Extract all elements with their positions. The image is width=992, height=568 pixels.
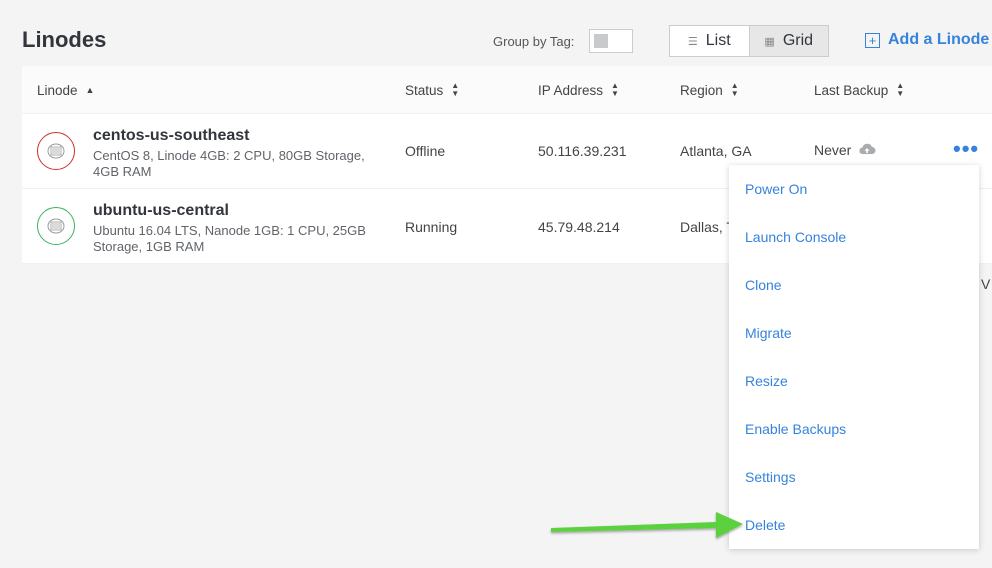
grid-view-label: Grid bbox=[782, 32, 814, 49]
server-running-icon bbox=[37, 207, 75, 245]
column-region-label: Region bbox=[680, 82, 723, 98]
sort-icon: ▲ ▼ bbox=[730, 81, 739, 98]
column-linode-label: Linode bbox=[37, 82, 78, 98]
list-view-button[interactable]: ☰ List bbox=[670, 26, 750, 56]
server-offline-icon bbox=[37, 132, 75, 170]
list-view-label: List bbox=[705, 32, 731, 49]
menu-item-enable-backups[interactable]: Enable Backups bbox=[729, 405, 979, 453]
cloud-upload-icon[interactable] bbox=[858, 142, 876, 158]
last-backup: Never bbox=[814, 142, 876, 158]
menu-item-clone[interactable]: Clone bbox=[729, 261, 979, 309]
actions-menu: Power On Launch Console Clone Migrate Re… bbox=[729, 165, 979, 549]
sort-icon: ▲ ▼ bbox=[611, 81, 619, 98]
list-icon: ☰ bbox=[687, 35, 698, 48]
truncated-text: V bbox=[981, 276, 991, 292]
column-region[interactable]: Region ▲ ▼ bbox=[680, 66, 739, 114]
status-text: Offline bbox=[405, 143, 446, 159]
annotation-arrow-icon bbox=[551, 512, 743, 538]
view-switch: ☰ List ▦ Grid bbox=[669, 25, 829, 57]
menu-item-resize[interactable]: Resize bbox=[729, 357, 979, 405]
sort-icon: ▲ ▼ bbox=[896, 81, 905, 98]
column-backup-label: Last Backup bbox=[814, 82, 889, 98]
add-linode-label: Add a Linode bbox=[888, 31, 990, 48]
linode-name-link[interactable]: ubuntu-us-central bbox=[93, 202, 229, 220]
column-status[interactable]: Status ▲ ▼ bbox=[405, 66, 459, 114]
sort-icon: ▲ ▼ bbox=[451, 81, 460, 98]
column-linode[interactable]: Linode ▲ bbox=[37, 66, 94, 114]
menu-item-settings[interactable]: Settings bbox=[729, 453, 979, 501]
sort-ascending-icon: ▲ bbox=[85, 85, 95, 95]
ip-address: 45.79.48.214 bbox=[538, 219, 620, 235]
region: Dallas, T bbox=[680, 219, 735, 235]
plus-icon: + bbox=[865, 32, 880, 48]
more-actions-icon[interactable]: ••• bbox=[953, 138, 979, 160]
linode-description: Ubuntu 16.04 LTS, Nanode 1GB: 1 CPU, 25G… bbox=[93, 223, 366, 254]
last-backup-value: Never bbox=[814, 142, 852, 158]
column-ip-address[interactable]: IP Address ▲ ▼ bbox=[538, 66, 619, 114]
group-by-tag-label: Group by Tag: bbox=[493, 34, 575, 49]
grid-icon: ▦ bbox=[764, 35, 774, 48]
menu-item-power-on[interactable]: Power On bbox=[729, 165, 979, 213]
toggle-knob bbox=[594, 34, 608, 48]
region: Atlanta, GA bbox=[680, 143, 752, 159]
menu-item-launch-console[interactable]: Launch Console bbox=[729, 213, 979, 261]
column-ip-label: IP Address bbox=[538, 82, 604, 98]
menu-item-migrate[interactable]: Migrate bbox=[729, 309, 979, 357]
group-by-tag-toggle[interactable] bbox=[589, 29, 633, 53]
page-title: Linodes bbox=[22, 27, 107, 52]
status-text: Running bbox=[405, 219, 458, 235]
grid-view-button[interactable]: ▦ Grid bbox=[750, 26, 829, 56]
table-header: Linode ▲ Status ▲ ▼ IP Address ▲ ▼ Region … bbox=[22, 66, 992, 114]
linode-name-link[interactable]: centos-us-southeast bbox=[93, 127, 249, 145]
column-status-label: Status bbox=[405, 82, 444, 98]
add-linode-button[interactable]: + Add a Linode bbox=[865, 31, 989, 49]
column-last-backup[interactable]: Last Backup ▲ ▼ bbox=[814, 66, 904, 114]
ip-address: 50.116.39.231 bbox=[538, 143, 627, 159]
menu-item-delete[interactable]: Delete bbox=[729, 501, 979, 549]
linode-description: CentOS 8, Linode 4GB: 2 CPU, 80GB Storag… bbox=[93, 148, 365, 179]
